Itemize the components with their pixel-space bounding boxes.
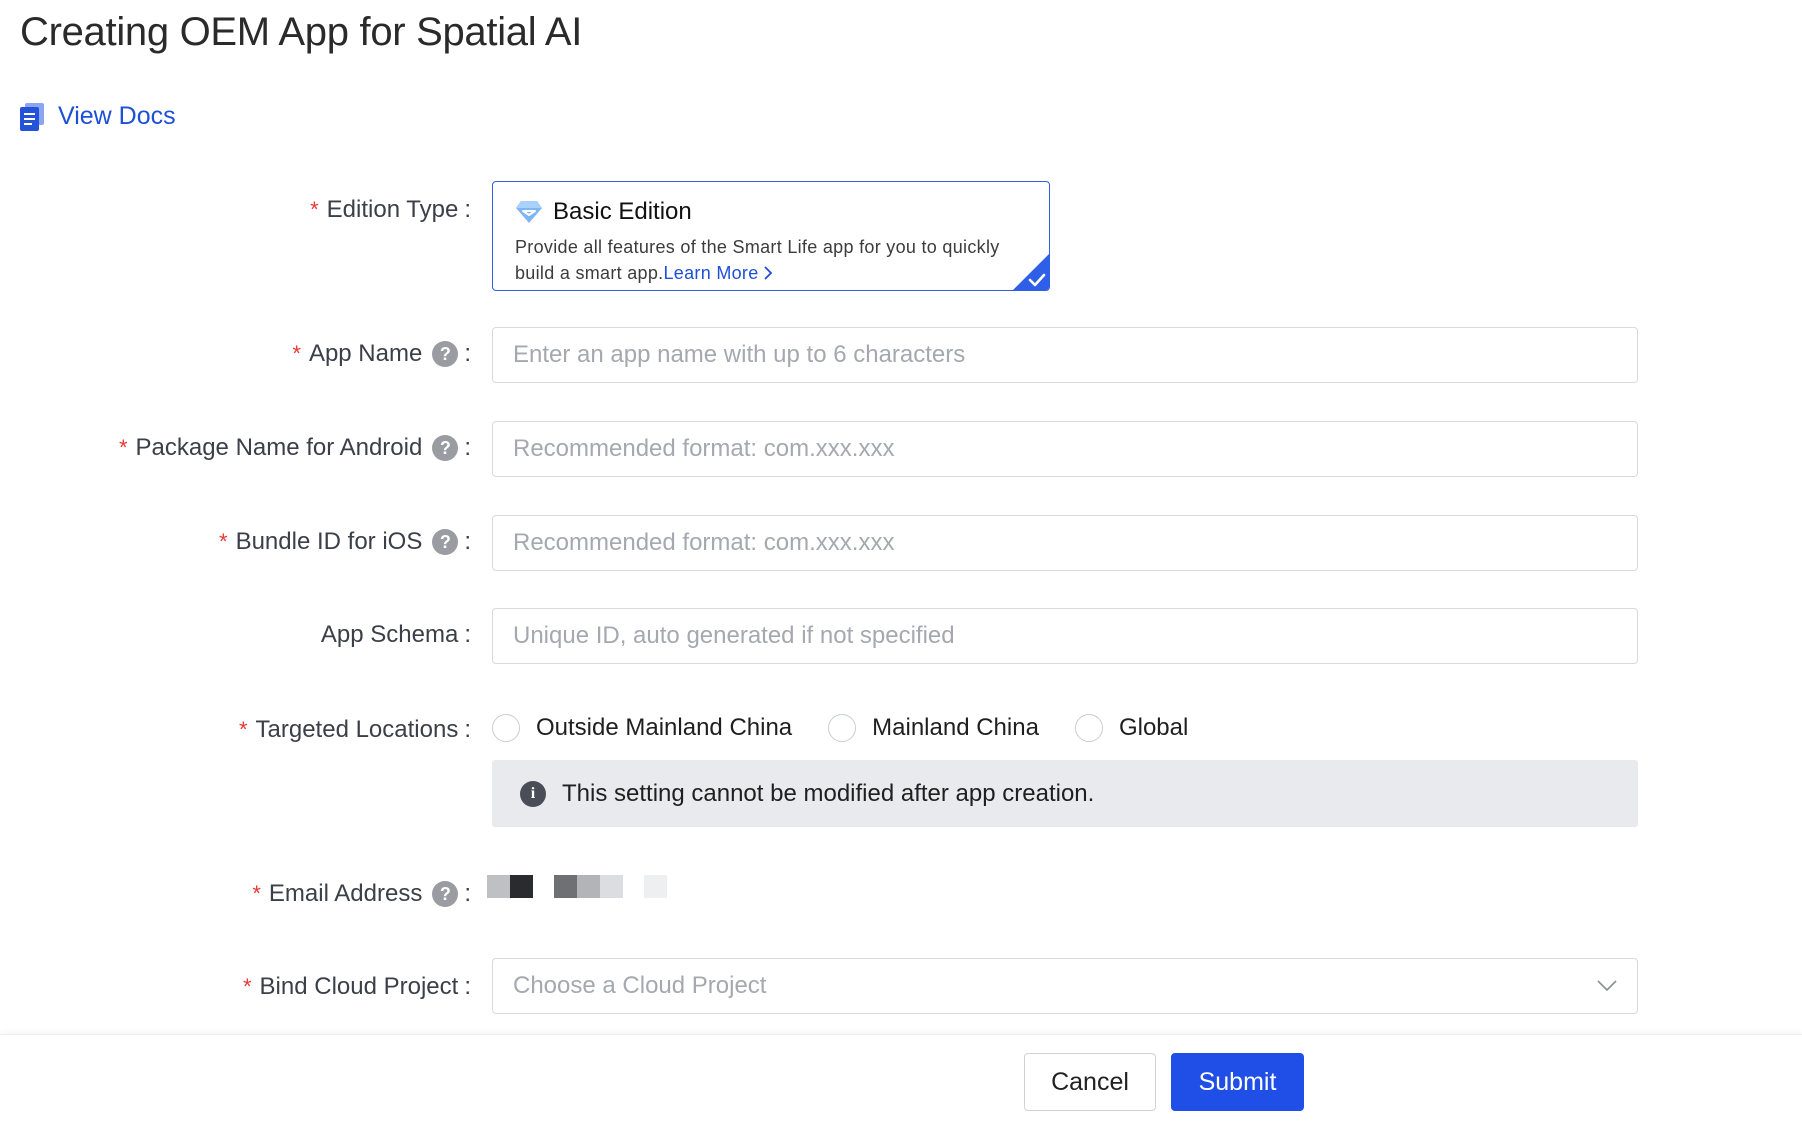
targeted-locations-label-text: Targeted Locations: [255, 716, 459, 743]
ios-bundle-label-text: Bundle ID for iOS: [235, 528, 423, 555]
radio-outside-mainland-china[interactable]: Outside Mainland China: [492, 714, 792, 742]
app-schema-input[interactable]: [492, 608, 1638, 664]
cloud-project-placeholder: Choose a Cloud Project: [513, 972, 767, 999]
required-marker: *: [252, 881, 261, 906]
radio-global[interactable]: Global: [1074, 714, 1189, 742]
ios-bundle-input[interactable]: [492, 515, 1638, 571]
submit-button[interactable]: Submit: [1171, 1053, 1304, 1111]
page-title: Creating OEM App for Spatial AI: [20, 10, 583, 54]
radio-circle[interactable]: [1074, 714, 1103, 742]
required-marker: *: [118, 435, 128, 460]
chevron-down-icon: [1597, 980, 1617, 992]
radio-mainland-china[interactable]: Mainland China: [828, 714, 1039, 742]
app-schema-label-text: App Schema: [320, 621, 459, 648]
question-mark-icon[interactable]: ?: [432, 529, 459, 555]
android-package-label: * Package Name for Android ?:: [118, 434, 471, 461]
cancel-button[interactable]: Cancel: [1024, 1053, 1156, 1111]
app-name-input[interactable]: [492, 327, 1638, 383]
edition-description: Provide all features of the Smart Life a…: [515, 234, 1029, 286]
radio-circle[interactable]: [492, 714, 520, 742]
document-icon: [20, 102, 44, 131]
targeted-locations-radio-group: Outside Mainland China Mainland China Gl…: [492, 714, 1224, 742]
radio-circle[interactable]: [828, 714, 857, 742]
app-schema-label: App Schema:: [320, 621, 471, 648]
edition-title: Basic Edition: [553, 198, 692, 225]
locations-notice-text: This setting cannot be modified after ap…: [562, 779, 1095, 807]
app-name-label-text: App Name: [308, 340, 423, 367]
required-marker: *: [238, 717, 248, 742]
edition-type-label-text: Edition Type: [326, 196, 459, 223]
required-marker: *: [219, 529, 228, 554]
email-label: * Email Address ?:: [252, 880, 471, 907]
edition-card-header: Basic Edition: [515, 198, 1029, 226]
question-mark-icon[interactable]: ?: [432, 341, 459, 367]
info-icon: i: [520, 780, 546, 807]
cloud-project-select[interactable]: Choose a Cloud Project: [492, 958, 1638, 1014]
radio-label: Outside Mainland China: [536, 714, 793, 741]
question-mark-icon[interactable]: ?: [432, 881, 459, 907]
required-marker: *: [292, 341, 301, 366]
view-docs-link[interactable]: View Docs: [20, 102, 176, 131]
ios-bundle-label: * Bundle ID for iOS ?:: [219, 528, 471, 555]
chevron-right-icon: [764, 266, 773, 280]
cloud-project-label: * Bind Cloud Project:: [242, 973, 471, 1000]
view-docs-label: View Docs: [58, 102, 176, 130]
email-redacted-value: [487, 875, 667, 898]
targeted-locations-label: * Targeted Locations:: [238, 716, 471, 743]
edition-type-label: * Edition Type:: [310, 196, 471, 223]
diamond-icon: [516, 201, 542, 223]
learn-more-link[interactable]: Learn More: [663, 263, 773, 283]
checkmark-icon: [1013, 254, 1049, 290]
email-label-text: Email Address: [268, 880, 423, 907]
app-name-label: * App Name ?:: [292, 340, 471, 367]
required-marker: *: [310, 197, 319, 222]
question-mark-icon[interactable]: ?: [432, 435, 459, 461]
radio-label: Global: [1118, 714, 1189, 741]
required-marker: *: [242, 974, 252, 999]
android-package-label-text: Package Name for Android: [135, 434, 423, 461]
radio-label: Mainland China: [872, 714, 1039, 741]
edition-card-basic[interactable]: Basic Edition Provide all features of th…: [492, 181, 1050, 291]
form-footer: Cancel Submit: [0, 1034, 1802, 1126]
cloud-project-label-text: Bind Cloud Project: [259, 973, 459, 1000]
learn-more-label: Learn More: [663, 263, 759, 283]
android-package-input[interactable]: [492, 421, 1638, 477]
locations-notice: i This setting cannot be modified after …: [492, 760, 1638, 827]
